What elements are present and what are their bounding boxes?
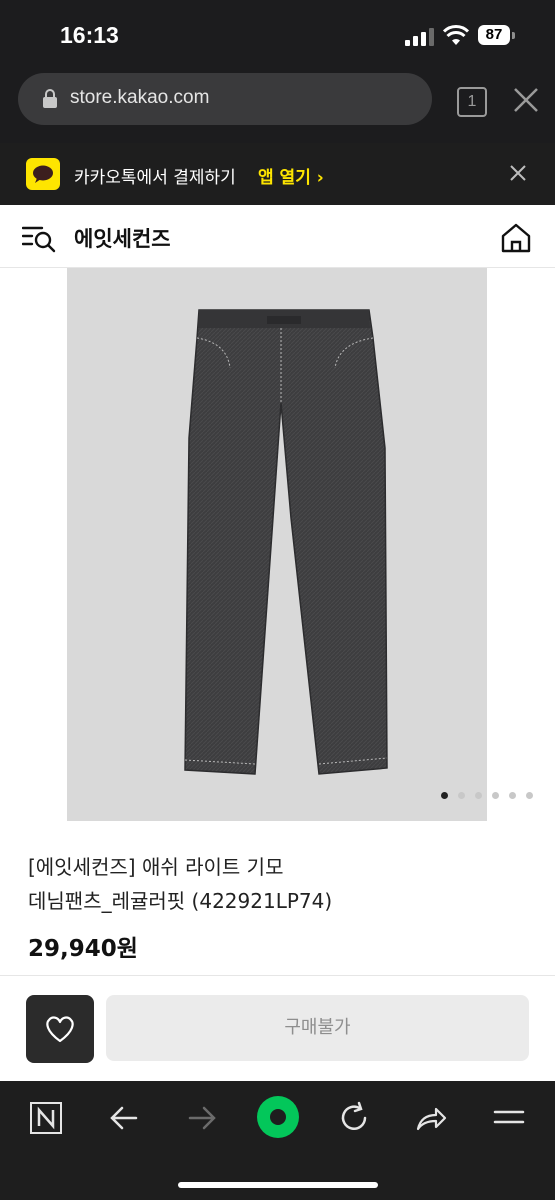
heart-icon — [46, 1016, 74, 1043]
pagination-dot[interactable] — [458, 792, 465, 799]
brand-title[interactable]: 에잇세컨즈 — [74, 223, 171, 253]
jeans-illustration — [184, 309, 388, 775]
refresh-icon[interactable] — [334, 1098, 374, 1138]
close-icon[interactable] — [512, 86, 540, 114]
green-dot-icon[interactable] — [256, 1095, 300, 1139]
tabs-button[interactable]: 1 — [457, 87, 487, 117]
battery-icon: 87 — [478, 25, 516, 47]
buy-button[interactable]: 구매불가 — [106, 995, 529, 1061]
home-icon[interactable] — [500, 222, 532, 254]
kakao-app-banner[interactable]: 카카오톡에서 결제하기 앱 열기 › — [0, 143, 555, 205]
open-app-link[interactable]: 앱 열기 › — [258, 163, 324, 188]
wifi-icon — [443, 25, 469, 45]
product-title-line2: 데님팬츠_레귤러핏 (422921LP74) — [28, 889, 333, 913]
signal-icon — [405, 28, 434, 46]
pagination-dot[interactable] — [509, 792, 516, 799]
naver-n-icon[interactable] — [26, 1098, 66, 1138]
back-arrow-icon[interactable] — [104, 1098, 144, 1138]
home-indicator — [178, 1182, 378, 1188]
pagination-dot[interactable] — [492, 792, 499, 799]
product-price: 29,940원 — [28, 936, 138, 962]
store-header: 에잇세컨즈 — [0, 205, 555, 268]
url-text: store.kakao.com — [70, 87, 210, 108]
forward-arrow-icon[interactable] — [182, 1098, 222, 1138]
battery-level: 87 — [478, 25, 510, 45]
status-time: 16:13 — [60, 22, 119, 48]
product-title-line1: [에잇세컨즈] 애쉬 라이트 기모 — [28, 855, 284, 879]
hamburger-icon[interactable] — [489, 1098, 529, 1138]
search-list-icon[interactable] — [22, 223, 58, 253]
pagination-dot[interactable] — [526, 792, 533, 799]
pagination-dot[interactable] — [475, 792, 482, 799]
divider — [0, 975, 555, 976]
image-pagination — [441, 792, 533, 800]
banner-text: 카카오톡에서 결제하기 — [74, 168, 236, 188]
share-icon[interactable] — [411, 1098, 451, 1138]
lock-icon — [43, 89, 57, 108]
kakaotalk-icon — [26, 158, 60, 190]
banner-close-icon[interactable] — [508, 163, 528, 183]
product-image[interactable] — [67, 268, 487, 821]
address-bar[interactable]: store.kakao.com — [18, 73, 432, 125]
pagination-dot[interactable] — [441, 792, 448, 799]
wishlist-button[interactable] — [26, 995, 94, 1063]
product-title: [에잇세컨즈] 애쉬 라이트 기모 데님팬츠_레귤러핏 (422921LP74) — [28, 850, 528, 918]
